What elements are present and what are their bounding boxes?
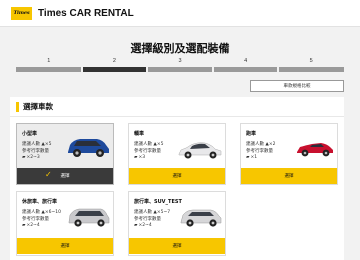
logo-text: Times: [13, 10, 30, 16]
section-accent-bar: [16, 101, 19, 112]
card-title: 轎車: [134, 131, 145, 137]
luggage-icon: ▰: [22, 155, 26, 160]
seats-info: 建議人數 ▲×5: [134, 142, 164, 147]
select-button-label: 選擇: [172, 174, 182, 179]
section-header: 選擇車款: [10, 97, 344, 117]
select-button-label: 選擇: [284, 174, 294, 179]
car-image-compact: [68, 139, 109, 157]
step-label-5: 5: [309, 58, 313, 64]
luggage-count: ×2~4: [26, 223, 40, 228]
step-label-3: 3: [178, 58, 182, 64]
select-button-label: 選擇: [60, 244, 70, 249]
luggage-label: 參考行李數量: [22, 217, 49, 222]
car-card-suv[interactable]: 旅行車、SUV_TEST 建議人數 ▲×5~7 參考行李數量 ▰×2~4 選擇: [128, 191, 226, 256]
car-image-minivan: [68, 208, 110, 227]
brand-name: Times CAR RENTAL: [38, 7, 134, 19]
step-bar-5: [278, 67, 344, 72]
luggage-icon: ▰: [246, 155, 250, 160]
card-title: 小型車: [22, 131, 38, 137]
step-progress: 1 2 3 4 5: [16, 58, 344, 74]
luggage-info: ▰×1: [246, 155, 257, 160]
luggage-info: ▰×2~3: [22, 155, 40, 160]
luggage-icon: ▰: [22, 223, 26, 228]
car-image-sedan: [178, 142, 222, 159]
section-title: 選擇車款: [23, 102, 53, 111]
step-divider: [80, 66, 83, 73]
compare-specs-button[interactable]: 車款規格比較: [250, 80, 344, 92]
card-title: 旅行車、SUV_TEST: [134, 199, 182, 205]
select-button[interactable]: ✓ 選擇: [17, 168, 113, 184]
step-bar-4: [212, 67, 279, 72]
step-divider: [146, 66, 149, 73]
check-icon: ✓: [45, 170, 52, 179]
card-title: 跑車: [246, 131, 257, 137]
select-button[interactable]: 選擇: [129, 238, 225, 254]
page-title: 選擇級別及選配裝備: [130, 42, 230, 55]
step-bar-2: [81, 67, 148, 72]
step-divider: [277, 66, 280, 73]
app-header: Times Times CAR RENTAL: [0, 0, 360, 27]
car-card-minivan[interactable]: 休旅車、旅行車 建議人數 ▲×6~10 參考行李數量 ▰×2~4 選擇: [16, 191, 114, 256]
luggage-count: ×1: [250, 155, 258, 160]
luggage-count: ×2~4: [138, 223, 152, 228]
car-class-section: 選擇車款 小型車 建議人數 ▲×5 參考行李數量 ▰×2~3 ✓ 選擇 轎車 建…: [10, 97, 344, 260]
car-card-sports[interactable]: 跑車 建議人數 ▲×2 參考行李數量 ▰×1 選擇: [240, 123, 338, 185]
car-card-sedan[interactable]: 轎車 建議人數 ▲×5 參考行李數量 ▰×3 選擇: [128, 123, 226, 185]
luggage-info: ▰×2~4: [134, 223, 152, 228]
luggage-label: 參考行李數量: [22, 149, 49, 154]
luggage-icon: ▰: [134, 155, 138, 160]
step-bar-3: [147, 67, 213, 72]
luggage-label: 參考行李數量: [246, 149, 273, 154]
seats-info: 建議人數 ▲×5~7: [134, 210, 171, 215]
select-button[interactable]: 選擇: [17, 238, 113, 254]
select-button[interactable]: 選擇: [241, 168, 337, 184]
luggage-info: ▰×2~4: [22, 223, 40, 228]
luggage-count: ×3: [138, 155, 146, 160]
seats-info: 建議人數 ▲×2: [246, 142, 276, 147]
luggage-count: ×2~3: [26, 155, 40, 160]
step-label-1: 1: [47, 58, 51, 64]
select-button-label: 選擇: [60, 174, 70, 179]
car-image-suv: [180, 209, 222, 227]
step-label-2: 2: [112, 58, 116, 64]
step-bar-1: [16, 67, 82, 72]
luggage-label: 參考行李數量: [134, 217, 161, 222]
step-divider: [211, 66, 214, 73]
luggage-info: ▰×3: [134, 155, 145, 160]
car-image-sports: [297, 143, 333, 157]
select-button[interactable]: 選擇: [129, 168, 225, 184]
car-card-compact[interactable]: 小型車 建議人數 ▲×5 參考行李數量 ▰×2~3 ✓ 選擇: [16, 123, 114, 185]
luggage-label: 參考行李數量: [134, 149, 161, 154]
step-label-4: 4: [244, 58, 248, 64]
card-title: 休旅車、旅行車: [22, 199, 58, 205]
luggage-icon: ▰: [134, 223, 138, 228]
seats-info: 建議人數 ▲×5: [22, 142, 52, 147]
times-logo[interactable]: Times: [11, 6, 32, 20]
select-button-label: 選擇: [172, 244, 182, 249]
seats-info: 建議人數 ▲×6~10: [22, 210, 62, 215]
